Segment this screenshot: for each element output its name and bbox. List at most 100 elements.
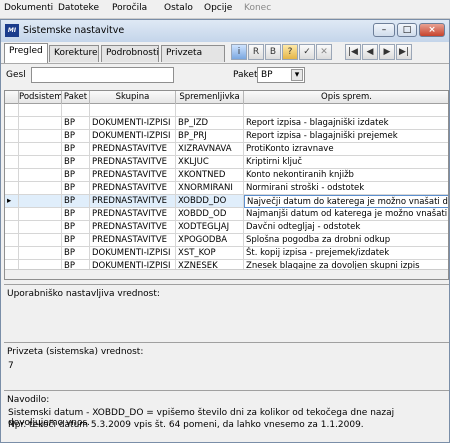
cell-paket[interactable]: BP xyxy=(62,221,90,234)
cell-paket[interactable]: BP xyxy=(62,117,90,130)
cell-skupina[interactable]: PREDNASTAVITVE xyxy=(90,143,176,156)
tab-korekture[interactable]: Korekture xyxy=(49,45,99,62)
report-icon[interactable]: R xyxy=(248,44,264,60)
cell-spremenljivka[interactable]: XOBDD_OD xyxy=(176,208,244,221)
cell-podsistem[interactable] xyxy=(19,156,62,169)
cell-skupina[interactable]: PREDNASTAVITVE xyxy=(90,169,176,182)
cell-paket[interactable]: BP xyxy=(62,208,90,221)
table-row[interactable] xyxy=(5,104,448,117)
open-folder-icon[interactable]: ? xyxy=(282,44,298,60)
tab-privzeta-koda[interactable]: Privzeta koda xyxy=(161,45,225,73)
paket-select[interactable]: BP ▾ xyxy=(257,67,305,83)
cell-spremenljivka[interactable]: XKLJUC xyxy=(176,156,244,169)
tab-pregled[interactable]: Pregled xyxy=(4,43,48,63)
cell-paket[interactable]: BP xyxy=(62,156,90,169)
table-row[interactable]: BP PREDNASTAVITVE XOBDD_OD Najmanjši datum … xyxy=(5,208,448,221)
chevron-down-icon[interactable]: ▾ xyxy=(291,69,303,81)
table-row[interactable]: BP PREDNASTAVITVE XODTEGLJAJ Davčni odteglj… xyxy=(5,221,448,234)
header-spremenljivka[interactable]: Spremenljivka xyxy=(176,91,244,104)
cell-paket[interactable]: BP xyxy=(62,195,90,208)
cell-podsistem[interactable] xyxy=(19,182,62,195)
menu-opcije[interactable]: Opcije xyxy=(204,3,232,13)
cell-podsistem[interactable] xyxy=(19,117,62,130)
header-podsistem[interactable]: Podsistem xyxy=(19,91,62,104)
cell-opis[interactable]: Kriptirni ključ xyxy=(244,156,448,169)
delete-icon[interactable]: ✕ xyxy=(316,44,332,60)
cell-opis[interactable]: Splošna pogodba za drobni odkup xyxy=(244,234,448,247)
cell-skupina[interactable] xyxy=(90,104,176,117)
cell-skupina[interactable]: PREDNASTAVITVE xyxy=(90,156,176,169)
cell-paket[interactable]: BP xyxy=(62,130,90,143)
cell-spremenljivka[interactable]: BP_PRJ xyxy=(176,130,244,143)
table-row[interactable]: BP PREDNASTAVITVE XKONTNED Konto nekontiran… xyxy=(5,169,448,182)
menu-porocila[interactable]: Poročila xyxy=(112,3,147,13)
cell-skupina[interactable]: PREDNASTAVITVE xyxy=(90,195,176,208)
cell-paket[interactable]: BP xyxy=(62,143,90,156)
cell-opis[interactable]: Najmanjši datum od katerega je možno vna… xyxy=(244,208,448,221)
cell-spremenljivka[interactable]: XST_KOP xyxy=(176,247,244,260)
table-row[interactable]: ▸ BP PREDNASTAVITVE XOBDD_DO Največji datum … xyxy=(5,195,448,208)
cell-opis[interactable]: Največji datum do katerega je možno vnaš… xyxy=(244,195,448,208)
cell-podsistem[interactable] xyxy=(19,195,62,208)
info-icon[interactable]: i xyxy=(231,44,247,60)
cell-opis[interactable]: ProtiKonto izravnave xyxy=(244,143,448,156)
header-opis[interactable]: Opis sprem. xyxy=(244,91,448,104)
cell-spremenljivka[interactable]: XPOGODBA xyxy=(176,234,244,247)
next-record-icon[interactable]: ▶ xyxy=(379,44,395,60)
cell-podsistem[interactable] xyxy=(19,143,62,156)
confirm-icon[interactable]: ✓ xyxy=(299,44,315,60)
cell-spremenljivka[interactable]: BP_IZD xyxy=(176,117,244,130)
cell-spremenljivka[interactable]: XIZRAVNAVA xyxy=(176,143,244,156)
last-record-icon[interactable]: ▶| xyxy=(396,44,412,60)
minimize-button[interactable]: – xyxy=(373,23,395,37)
first-record-icon[interactable]: |◀ xyxy=(345,44,361,60)
cell-opis[interactable]: Konto nekontiranih knjižb xyxy=(244,169,448,182)
gesl-input[interactable] xyxy=(31,67,174,83)
maximize-button[interactable]: □ xyxy=(397,23,417,37)
cell-opis[interactable] xyxy=(244,104,448,117)
browse-icon[interactable]: B xyxy=(265,44,281,60)
horizontal-scrollbar[interactable] xyxy=(5,269,448,279)
cell-skupina[interactable]: DOKUMENTI-IZPISI xyxy=(90,247,176,260)
cell-spremenljivka[interactable]: XKONTNED xyxy=(176,169,244,182)
cell-spremenljivka[interactable]: XOBDD_DO xyxy=(176,195,244,208)
previous-record-icon[interactable]: ◀ xyxy=(362,44,378,60)
header-skupina[interactable]: Skupina xyxy=(90,91,176,104)
tab-podrobnosti[interactable]: Podrobnosti xyxy=(101,45,159,62)
cell-opis[interactable]: Št. kopij izpisa - prejemek/izdatek xyxy=(244,247,448,260)
cell-podsistem[interactable] xyxy=(19,104,62,117)
cell-paket[interactable] xyxy=(62,104,90,117)
cell-opis[interactable]: Report izpisa - blagajniški izdatek xyxy=(244,117,448,130)
cell-podsistem[interactable] xyxy=(19,169,62,182)
cell-spremenljivka[interactable]: XNORMIRANI xyxy=(176,182,244,195)
cell-paket[interactable]: BP xyxy=(62,169,90,182)
cell-skupina[interactable]: PREDNASTAVITVE xyxy=(90,208,176,221)
cell-spremenljivka[interactable]: XODTEGLJAJ xyxy=(176,221,244,234)
cell-skupina[interactable]: DOKUMENTI-IZPISI xyxy=(90,130,176,143)
menu-konec[interactable]: Konec xyxy=(244,3,271,13)
cell-podsistem[interactable] xyxy=(19,234,62,247)
cell-paket[interactable]: BP xyxy=(62,247,90,260)
cell-opis[interactable]: Report izpisa - blagajniški prejemek xyxy=(244,130,448,143)
cell-podsistem[interactable] xyxy=(19,208,62,221)
table-row[interactable]: BP DOKUMENTI-IZPISI BP_PRJ Report izpisa - … xyxy=(5,130,448,143)
table-row[interactable]: BP DOKUMENTI-IZPISI XST_KOP Št. kopij izpis… xyxy=(5,247,448,260)
cell-opis[interactable]: Davčni odtegljaj - odstotek xyxy=(244,221,448,234)
table-row[interactable]: BP PREDNASTAVITVE XNORMIRANI Normirani stro… xyxy=(5,182,448,195)
cell-podsistem[interactable] xyxy=(19,130,62,143)
cell-skupina[interactable]: DOKUMENTI-IZPISI xyxy=(90,117,176,130)
table-row[interactable]: BP DOKUMENTI-IZPISI BP_IZD Report izpisa - … xyxy=(5,117,448,130)
cell-paket[interactable]: BP xyxy=(62,182,90,195)
menu-ostalo[interactable]: Ostalo xyxy=(164,3,193,13)
table-row[interactable]: BP PREDNASTAVITVE XPOGODBA Splošna pogodba … xyxy=(5,234,448,247)
close-button[interactable]: × xyxy=(419,23,445,37)
cell-podsistem[interactable] xyxy=(19,247,62,260)
table-row[interactable]: BP PREDNASTAVITVE XIZRAVNAVA ProtiKonto izr… xyxy=(5,143,448,156)
cell-skupina[interactable]: PREDNASTAVITVE xyxy=(90,221,176,234)
menu-dokumenti[interactable]: Dokumenti xyxy=(4,3,53,13)
menu-datoteke[interactable]: Datoteke xyxy=(58,3,99,13)
cell-skupina[interactable]: PREDNASTAVITVE xyxy=(90,182,176,195)
header-paket[interactable]: Paket xyxy=(62,91,90,104)
cell-paket[interactable]: BP xyxy=(62,234,90,247)
table-row[interactable]: BP PREDNASTAVITVE XKLJUC Kriptirni ključ xyxy=(5,156,448,169)
